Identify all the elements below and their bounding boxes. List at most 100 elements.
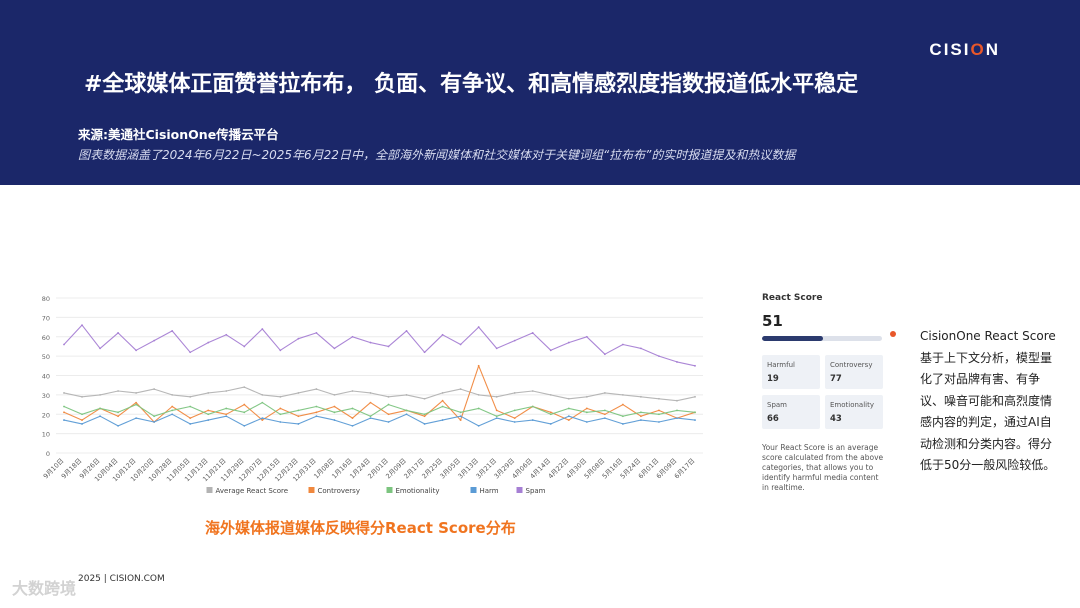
data-point bbox=[63, 392, 65, 394]
data-point bbox=[676, 399, 678, 402]
data-point bbox=[495, 417, 498, 420]
data-point bbox=[603, 353, 606, 356]
data-point bbox=[423, 413, 426, 416]
data-point bbox=[63, 419, 65, 421]
data-point bbox=[153, 339, 156, 342]
data-point bbox=[567, 341, 570, 344]
x-tick-label: 6月17日 bbox=[673, 457, 697, 481]
data-point bbox=[495, 347, 498, 350]
data-point bbox=[225, 390, 228, 392]
legend-swatch bbox=[516, 487, 523, 493]
data-point bbox=[441, 405, 444, 408]
data-point bbox=[531, 390, 534, 392]
data-point bbox=[603, 413, 606, 416]
data-point bbox=[243, 403, 246, 406]
data-point bbox=[243, 424, 246, 427]
data-point bbox=[171, 409, 174, 412]
data-point bbox=[603, 392, 606, 394]
data-point bbox=[477, 364, 480, 367]
data-point bbox=[153, 388, 156, 390]
data-point bbox=[477, 326, 480, 328]
data-point bbox=[171, 405, 174, 408]
data-point bbox=[297, 337, 300, 340]
data-point bbox=[387, 395, 390, 398]
data-point bbox=[297, 423, 300, 425]
data-point bbox=[315, 331, 318, 334]
data-point bbox=[585, 335, 588, 338]
cell-value: 19 bbox=[767, 374, 779, 384]
data-point bbox=[387, 345, 390, 348]
data-point bbox=[531, 419, 534, 421]
legend-label: Spam bbox=[526, 487, 546, 495]
data-point bbox=[387, 413, 390, 416]
data-point bbox=[189, 405, 192, 408]
data-point bbox=[207, 419, 210, 421]
y-tick-label: 30 bbox=[42, 392, 50, 400]
data-point bbox=[351, 417, 354, 420]
data-point bbox=[676, 361, 678, 363]
data-point bbox=[513, 409, 516, 412]
data-point bbox=[297, 415, 300, 418]
data-point bbox=[333, 411, 336, 414]
legend-swatch bbox=[386, 487, 393, 493]
data-point bbox=[621, 403, 624, 406]
data-point bbox=[585, 421, 588, 423]
series-line bbox=[63, 324, 696, 367]
data-point bbox=[676, 417, 678, 420]
data-point bbox=[621, 393, 624, 396]
data-point bbox=[351, 407, 354, 410]
data-point bbox=[153, 421, 156, 423]
data-point bbox=[441, 419, 444, 421]
data-point bbox=[243, 345, 246, 348]
data-point bbox=[315, 415, 318, 418]
score-explanation: CisionOne React Score基于上下文分析，模型量化了对品牌有害、… bbox=[920, 329, 1056, 472]
data-point bbox=[63, 405, 65, 408]
data-point bbox=[189, 423, 192, 425]
y-tick-label: 10 bbox=[42, 431, 50, 439]
data-point bbox=[603, 417, 606, 420]
data-point bbox=[207, 409, 210, 412]
data-point bbox=[189, 351, 192, 354]
score-cell-emotionality: Emotionality 43 bbox=[825, 395, 883, 429]
data-point bbox=[117, 424, 119, 427]
data-point bbox=[549, 349, 552, 352]
data-source: 来源:美通社CisionOne传播云平台 bbox=[78, 127, 279, 142]
data-point bbox=[387, 421, 390, 423]
data-point bbox=[207, 413, 210, 416]
data-point bbox=[441, 392, 444, 394]
data-point bbox=[333, 347, 336, 350]
data-point bbox=[459, 415, 462, 418]
data-point bbox=[117, 415, 119, 418]
data-point bbox=[171, 330, 174, 332]
data-point bbox=[81, 419, 83, 421]
data-point bbox=[585, 407, 588, 410]
y-tick-label: 70 bbox=[42, 314, 50, 322]
data-point bbox=[63, 343, 65, 346]
score-bar bbox=[762, 336, 882, 341]
data-point bbox=[225, 407, 228, 410]
data-point bbox=[495, 409, 498, 412]
data-point bbox=[513, 421, 516, 423]
cell-name: Emotionality bbox=[830, 401, 874, 409]
data-point bbox=[369, 417, 372, 420]
data-point bbox=[279, 349, 282, 352]
data-point bbox=[513, 417, 516, 420]
data-point bbox=[261, 393, 264, 396]
data-point bbox=[369, 401, 372, 404]
data-point bbox=[694, 411, 696, 414]
data-point bbox=[207, 392, 210, 394]
legend-label: Harm bbox=[480, 487, 499, 495]
data-point bbox=[567, 415, 570, 418]
data-point bbox=[81, 395, 83, 398]
data-point bbox=[225, 413, 228, 416]
data-point bbox=[640, 347, 642, 350]
data-point bbox=[423, 415, 426, 418]
data-point bbox=[567, 397, 570, 400]
data-point bbox=[369, 341, 372, 344]
data-point bbox=[640, 419, 642, 421]
y-tick-label: 40 bbox=[42, 373, 50, 381]
data-point bbox=[261, 401, 264, 404]
data-point bbox=[99, 393, 101, 396]
score-value: 51 bbox=[762, 312, 783, 330]
series-line bbox=[63, 413, 696, 427]
